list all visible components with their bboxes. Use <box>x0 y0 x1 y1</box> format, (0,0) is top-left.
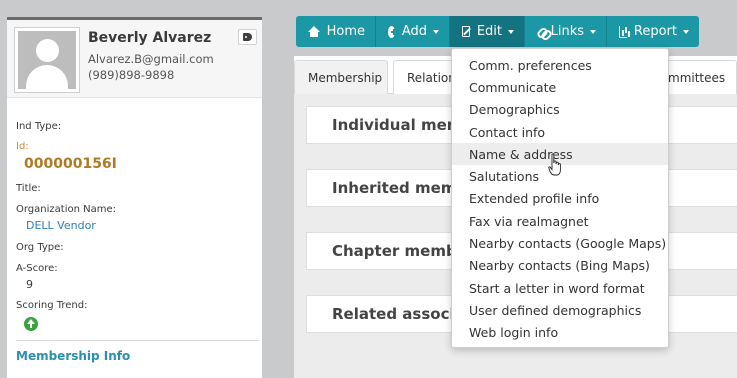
contact-name: Beverly Alvarez <box>88 30 212 46</box>
org-name-label: Organization Name: <box>16 204 116 215</box>
contact-phone: (989)898-9898 <box>88 68 175 82</box>
report-label: Report <box>633 24 677 39</box>
caret-down-icon <box>433 30 439 34</box>
menu-item-user-defined-demographics[interactable]: User defined demographics <box>452 299 668 321</box>
top-nav: Home Add Edit Links Report <box>296 16 699 47</box>
menu-item-nearby-bing-maps[interactable]: Nearby contacts (Bing Maps) <box>452 255 668 277</box>
menu-item-demographics[interactable]: Demographics <box>452 99 668 121</box>
tag-icon <box>243 33 252 41</box>
edit-dropdown-menu: Comm. preferences Communicate Demographi… <box>451 48 669 348</box>
menu-item-start-letter-word[interactable]: Start a letter in word format <box>452 277 668 299</box>
plus-circle-icon <box>388 25 397 38</box>
user-placeholder-icon <box>18 31 76 89</box>
card-title: Inherited meml <box>332 179 462 197</box>
ascore-label: A-Score: <box>16 263 58 274</box>
scoring-trend-label: Scoring Trend: <box>16 300 88 311</box>
home-button[interactable]: Home <box>296 16 376 47</box>
org-type-label: Org Type: <box>16 242 64 253</box>
home-icon <box>308 25 320 38</box>
org-name-link[interactable]: DELL Vendor <box>26 219 96 232</box>
tab-membership-label: Membership <box>308 70 383 85</box>
edit-label: Edit <box>476 24 502 39</box>
ascore-value: 9 <box>26 278 33 291</box>
edit-button[interactable]: Edit <box>450 16 525 47</box>
menu-item-communicate[interactable]: Communicate <box>452 76 668 98</box>
add-label: Add <box>401 24 427 39</box>
caret-down-icon <box>590 30 596 34</box>
tab-membership[interactable]: Membership <box>294 60 388 94</box>
title-label: Title: <box>16 183 41 194</box>
home-label: Home <box>326 24 365 39</box>
bar-chart-icon <box>619 25 627 38</box>
arrow-up-circle-icon <box>24 317 38 331</box>
card-title: Related associa <box>332 305 465 323</box>
contact-email: Alvarez.B@gmail.com <box>88 52 214 66</box>
membership-info-link[interactable]: Membership Info <box>16 349 130 363</box>
caret-down-icon <box>508 30 514 34</box>
add-button[interactable]: Add <box>376 16 450 47</box>
caret-down-icon <box>683 30 689 34</box>
ind-type-label: Ind Type: <box>16 121 62 132</box>
menu-item-nearby-google-maps[interactable]: Nearby contacts (Google Maps) <box>452 232 668 254</box>
menu-item-fax-via-realmagnet[interactable]: Fax via realmagnet <box>452 210 668 232</box>
menu-item-extended-profile-info[interactable]: Extended profile info <box>452 188 668 210</box>
id-value: 000000156I <box>24 156 117 172</box>
hand-pointer-icon <box>548 153 561 176</box>
menu-item-web-login-info[interactable]: Web login info <box>452 322 668 344</box>
links-button[interactable]: Links <box>525 16 607 47</box>
report-button[interactable]: Report <box>607 16 699 47</box>
links-label: Links <box>550 24 584 39</box>
menu-item-comm-preferences[interactable]: Comm. preferences <box>452 54 668 76</box>
divider <box>16 340 259 341</box>
menu-item-contact-info[interactable]: Contact info <box>452 121 668 143</box>
id-label: Id: <box>16 141 29 152</box>
contact-header: Beverly Alvarez Alvarez.B@gmail.com (989… <box>7 20 262 98</box>
tab-committees-label: mmittees <box>668 70 726 85</box>
tab-relations-label: Relation <box>407 70 456 85</box>
card-title: Chapter membe <box>332 242 467 260</box>
edit-icon <box>462 26 470 37</box>
tag-button[interactable] <box>238 29 257 45</box>
avatar <box>14 27 80 93</box>
link-icon <box>537 26 544 38</box>
card-title: Individual mem <box>332 116 463 134</box>
contact-panel: Beverly Alvarez Alvarez.B@gmail.com (989… <box>7 17 262 378</box>
